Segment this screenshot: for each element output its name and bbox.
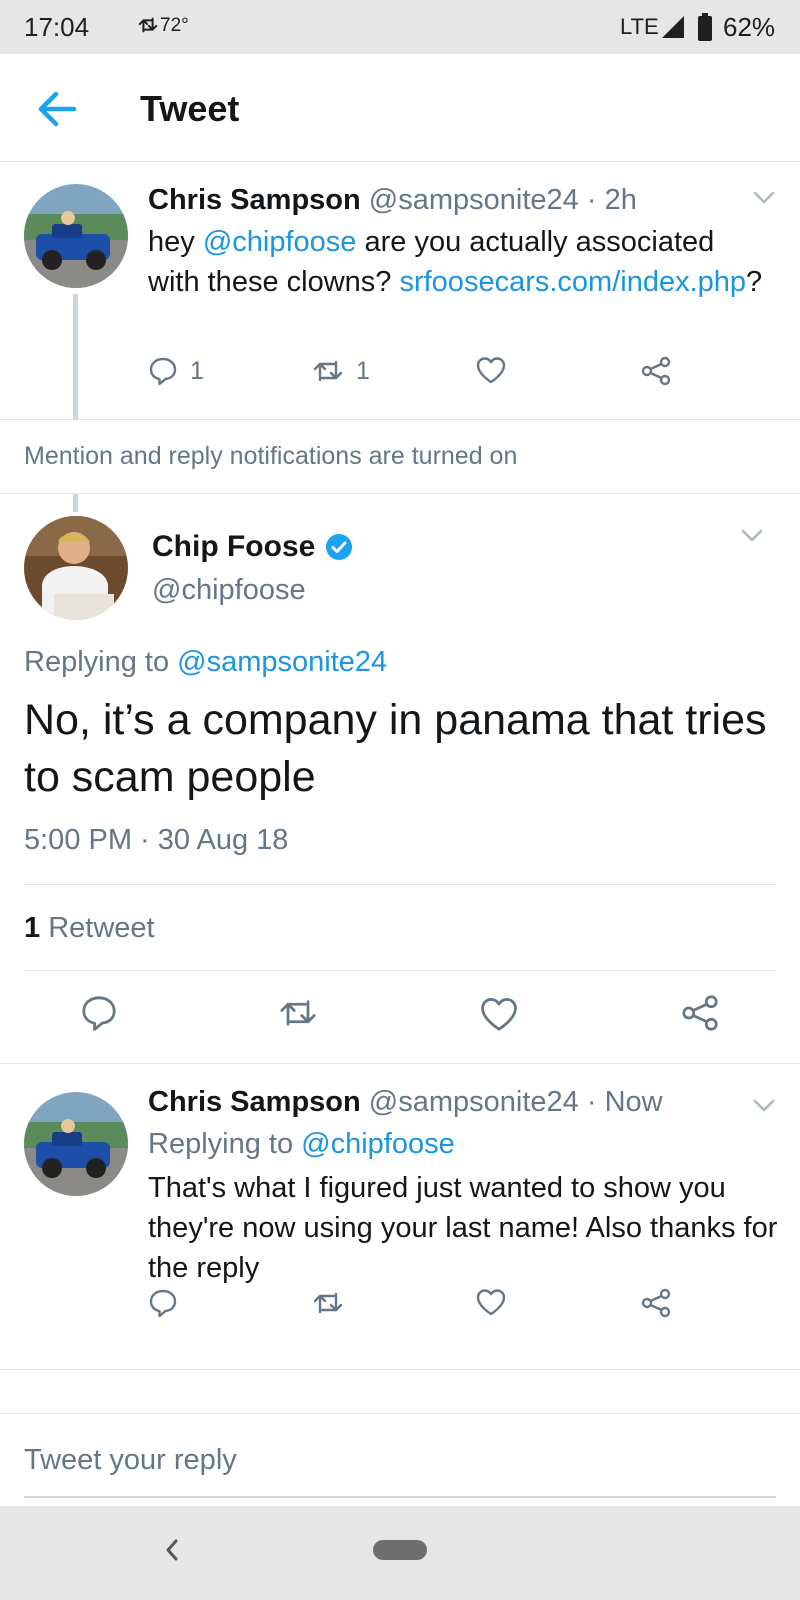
retweet-icon	[313, 360, 343, 382]
page-title: Tweet	[140, 88, 240, 129]
input-underline	[24, 1496, 776, 1498]
tweet-text: hey @chipfoose are you actually associat…	[148, 222, 768, 302]
avatar[interactable]	[24, 516, 128, 620]
notice-text: Mention and reply notifications are turn…	[24, 442, 518, 470]
thread-line	[73, 294, 78, 420]
tweet-actions	[0, 976, 800, 1056]
thread-line	[73, 494, 78, 512]
tweet-header: Chris Sampson @sampsonite24 · Now	[148, 1086, 663, 1119]
like-button[interactable]	[476, 356, 506, 384]
verified-badge-icon	[326, 534, 353, 560]
retweet-button[interactable]: 1	[312, 356, 370, 386]
reply-count: 1	[190, 356, 204, 385]
status-temperature: 72°	[160, 15, 189, 36]
status-network: LTE	[620, 14, 659, 39]
retweet-label: Retweet	[40, 912, 155, 944]
reply-icon	[149, 1289, 177, 1318]
chevron-down-icon[interactable]	[740, 528, 764, 544]
text: hey	[148, 226, 203, 258]
share-icon	[641, 1288, 671, 1318]
author-handle[interactable]: @sampsonite24	[369, 1086, 579, 1118]
reply-input[interactable]: Tweet your reply	[24, 1444, 237, 1477]
share-button[interactable]	[640, 1288, 672, 1318]
retweet-button[interactable]	[312, 1288, 344, 1318]
share-icon[interactable]	[680, 994, 720, 1032]
signal-icon	[662, 16, 684, 38]
retweet-stats[interactable]: 1 Retweet	[24, 912, 155, 945]
tweet-header: Chris Sampson @sampsonite24 · 2h	[148, 184, 637, 217]
retweet-icon[interactable]	[278, 994, 318, 1032]
reply-button[interactable]	[148, 1288, 178, 1318]
top-app-bar: Tweet	[0, 54, 800, 162]
avatar[interactable]	[24, 1092, 128, 1196]
reply-tweet[interactable]: Chris Sampson @sampsonite24 · Now Replyi…	[0, 1064, 800, 1370]
status-bar: 17:04 72° LTE 62%	[0, 0, 800, 54]
reply-icon[interactable]	[80, 994, 118, 1032]
notification-notice: Mention and reply notifications are turn…	[0, 420, 800, 494]
tweet-actions	[148, 1288, 708, 1328]
mention-link[interactable]: @chipfoose	[203, 226, 357, 258]
like-button[interactable]	[476, 1288, 506, 1316]
retweet-icon	[313, 1292, 343, 1314]
parent-tweet[interactable]: Chris Sampson @sampsonite24 · 2h hey @ch…	[0, 162, 800, 420]
share-button[interactable]	[640, 356, 672, 386]
reply-button[interactable]: 1	[148, 356, 204, 386]
tweet-text: No, it’s a company in panama that tries …	[24, 696, 767, 801]
status-time: 17:04	[24, 12, 90, 42]
replying-to: Replying to @sampsonite24	[24, 646, 387, 679]
share-icon	[641, 356, 671, 386]
reply-composer[interactable]: Tweet your reply	[0, 1413, 800, 1498]
tweet-timestamp: 5:00 PM · 30 Aug 18	[24, 824, 289, 856]
like-icon[interactable]	[480, 996, 518, 1032]
status-battery: 62%	[723, 12, 776, 42]
nav-back-icon[interactable]	[162, 1536, 182, 1564]
divider	[24, 884, 776, 885]
avatar[interactable]	[24, 184, 128, 288]
chevron-down-icon[interactable]	[752, 1098, 776, 1114]
url-link[interactable]: srfoosecars.com/index.php	[399, 266, 746, 298]
author-name[interactable]: Chip Foose	[152, 530, 315, 564]
replying-handle-link[interactable]: @sampsonite24	[177, 646, 387, 678]
like-icon	[476, 357, 506, 384]
like-icon	[476, 1289, 506, 1316]
chevron-down-icon[interactable]	[752, 190, 776, 206]
retweet-count: 1	[24, 912, 41, 944]
replying-to: Replying to @chipfoose	[148, 1128, 455, 1161]
author-line: Chip Foose	[152, 530, 353, 564]
author-name[interactable]: Chris Sampson	[148, 1086, 361, 1118]
tweet-text: That's what I figured just wanted to sho…	[148, 1172, 778, 1284]
replying-handle-link[interactable]: @chipfoose	[301, 1128, 455, 1160]
tweet-actions: 1 1	[148, 356, 708, 396]
retweet-status-icon	[138, 17, 158, 33]
retweet-count: 1	[356, 356, 370, 385]
separator: ·	[578, 1086, 605, 1118]
separator: ·	[578, 184, 605, 216]
divider	[24, 970, 776, 971]
author-handle[interactable]: @sampsonite24	[369, 184, 579, 216]
author-handle[interactable]: @chipfoose	[152, 574, 306, 607]
main-tweet: Chip Foose @chipfoose Replying to @samps…	[0, 494, 800, 1064]
text: ?	[746, 266, 763, 298]
reply-icon	[149, 357, 177, 386]
arrow-left-icon[interactable]	[36, 90, 78, 128]
author-name[interactable]: Chris Sampson	[148, 184, 361, 216]
tweet-time: Now	[604, 1086, 663, 1118]
battery-icon	[698, 13, 712, 41]
replying-prefix: Replying to	[148, 1128, 302, 1160]
system-nav-bar	[0, 1506, 800, 1600]
tweet-time: 2h	[604, 184, 637, 216]
home-pill[interactable]	[373, 1540, 427, 1560]
replying-prefix: Replying to	[24, 646, 178, 678]
